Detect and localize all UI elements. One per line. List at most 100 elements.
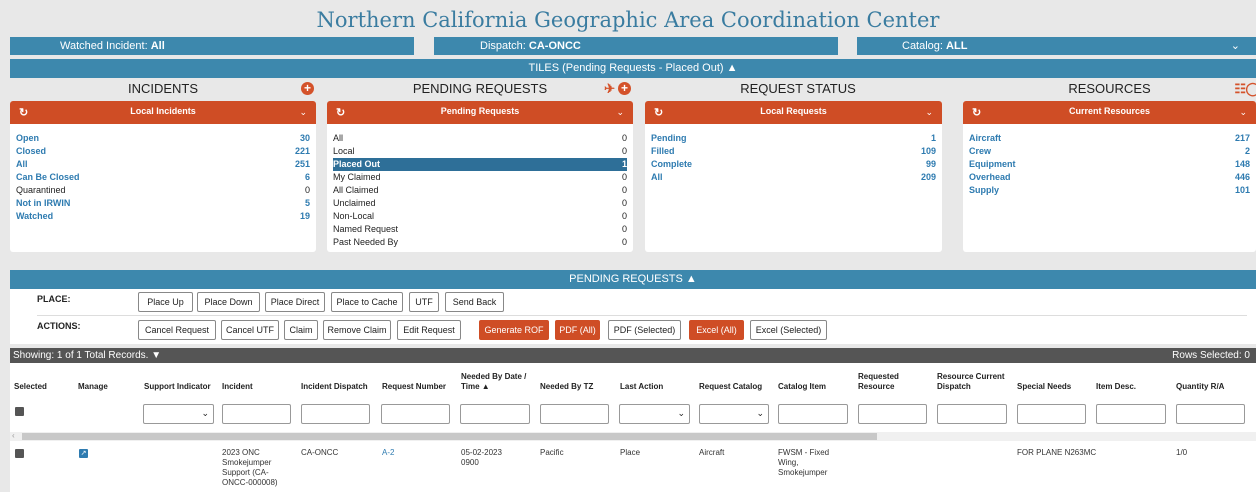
catalog-item-filter[interactable] — [778, 404, 848, 424]
excel-selected-button[interactable]: Excel (Selected) — [750, 320, 827, 340]
needed-by-tz-filter[interactable] — [540, 404, 609, 424]
list-item[interactable]: Quarantined 0 — [16, 184, 310, 197]
add-request-icon[interactable]: + — [618, 82, 631, 95]
col-header-catalog-item[interactable]: Catalog Item — [778, 382, 826, 392]
list-item[interactable]: All 251 — [16, 158, 310, 171]
support-indicator-filter[interactable]: ⌄ — [143, 404, 214, 424]
request-catalog-filter[interactable]: ⌄ — [699, 404, 769, 424]
pdf-all-button[interactable]: PDF (All) — [555, 320, 600, 340]
refresh-icon[interactable]: ◯ — [1245, 80, 1256, 98]
cancel-request-button[interactable]: Cancel Request — [138, 320, 216, 340]
list-item[interactable]: Placed Out 1 — [333, 158, 627, 171]
place-direct-button[interactable]: Place Direct — [265, 292, 325, 312]
excel-all-button[interactable]: Excel (All) — [689, 320, 744, 340]
horizontal-scrollbar[interactable]: ‹ — [10, 431, 1256, 441]
col-header-requested-resource[interactable]: Requested Resource — [858, 372, 918, 392]
sort-up-icon[interactable]: ▲ — [482, 382, 490, 391]
remove-claim-button[interactable]: Remove Claim — [323, 320, 391, 340]
list-item[interactable]: Can Be Closed 6 — [16, 171, 310, 184]
col-header-needed-by-tz[interactable]: Needed By TZ — [540, 382, 593, 392]
watched-incident-filter[interactable]: Watched Incident: All — [10, 37, 414, 55]
col-header-incident-dispatch[interactable]: Incident Dispatch — [301, 382, 368, 392]
list-item[interactable]: Complete 99 — [651, 158, 936, 171]
status-panel-bar[interactable]: ↻ Local Requests ⌄ — [645, 101, 942, 124]
list-item[interactable]: All 209 — [651, 171, 936, 184]
list-item[interactable]: Not in IRWIN 5 — [16, 197, 310, 210]
catalog-filter[interactable]: Catalog: ALL ⌄ — [857, 37, 1256, 55]
list-item[interactable]: Named Request 0 — [333, 223, 627, 236]
hierarchy-icon[interactable]: ☷ — [1234, 80, 1246, 98]
pending-panel-bar[interactable]: ↻ Pending Requests ⌄ — [327, 101, 633, 124]
chevron-down-icon[interactable]: ⌄ — [299, 107, 307, 118]
list-item[interactable]: Open 30 — [16, 132, 310, 145]
list-item[interactable]: Crew 2 — [969, 145, 1250, 158]
list-item[interactable]: Supply 101 — [969, 184, 1250, 197]
pending-dropdown[interactable]: Pending Requests — [327, 106, 633, 116]
incident-dispatch-filter[interactable] — [301, 404, 370, 424]
col-header-needed-by[interactable]: Needed By Date / Time ▲ — [461, 372, 529, 392]
tiles-toggle-bar[interactable]: TILES (Pending Requests - Placed Out) ▲ — [10, 59, 1256, 78]
incident-filter[interactable] — [222, 404, 291, 424]
filter-icon[interactable]: ▼ — [151, 350, 161, 361]
list-item[interactable]: Non-Local 0 — [333, 210, 627, 223]
col-header-quantity[interactable]: Quantity R/A — [1176, 382, 1224, 392]
col-header-resource-current-dispatch[interactable]: Resource Current Dispatch — [937, 372, 1007, 392]
list-item[interactable]: All Claimed 0 — [333, 184, 627, 197]
col-header-request-catalog[interactable]: Request Catalog — [699, 382, 762, 392]
edit-request-button[interactable]: Edit Request — [397, 320, 461, 340]
scroll-left-icon[interactable]: ‹ — [12, 431, 15, 440]
cell-request-number[interactable]: A-2 — [382, 448, 394, 458]
place-down-button[interactable]: Place Down — [197, 292, 260, 312]
utf-button[interactable]: UTF — [409, 292, 439, 312]
list-item[interactable]: Filled 109 — [651, 145, 936, 158]
list-item[interactable]: Overhead 446 — [969, 171, 1250, 184]
last-action-filter[interactable]: ⌄ — [619, 404, 690, 424]
chevron-up-icon[interactable]: ▲ — [686, 273, 697, 285]
chevron-down-icon[interactable]: ⌄ — [925, 107, 933, 118]
list-item[interactable]: All 0 — [333, 132, 627, 145]
col-header-selected[interactable]: Selected — [14, 382, 47, 392]
list-item[interactable]: Unclaimed 0 — [333, 197, 627, 210]
generate-rof-button[interactable]: Generate ROF — [479, 320, 549, 340]
list-item[interactable]: Aircraft 217 — [969, 132, 1250, 145]
list-item[interactable]: Equipment 148 — [969, 158, 1250, 171]
chevron-down-icon[interactable]: ⌄ — [1231, 37, 1240, 55]
needed-by-filter[interactable] — [460, 404, 530, 424]
cancel-utf-button[interactable]: Cancel UTF — [221, 320, 279, 340]
col-header-item-desc[interactable]: Item Desc. — [1096, 382, 1136, 392]
scrollbar-thumb[interactable] — [22, 433, 877, 440]
select-all-checkbox[interactable] — [15, 407, 24, 416]
col-header-support-indicator[interactable]: Support Indicator — [144, 382, 211, 392]
dispatch-filter[interactable]: Dispatch: CA-ONCC — [434, 37, 838, 55]
airplane-icon[interactable]: ✈ — [604, 80, 615, 98]
col-header-request-number[interactable]: Request Number — [382, 382, 446, 392]
resources-panel-bar[interactable]: ↻ Current Resources ⌄ — [963, 101, 1256, 124]
quantity-filter[interactable] — [1176, 404, 1245, 424]
request-number-filter[interactable] — [381, 404, 450, 424]
pending-requests-toggle-bar[interactable]: PENDING REQUESTS ▲ — [10, 270, 1256, 289]
special-needs-filter[interactable] — [1017, 404, 1086, 424]
claim-button[interactable]: Claim — [284, 320, 318, 340]
col-header-last-action[interactable]: Last Action — [620, 382, 663, 392]
edit-icon[interactable]: ↗ — [79, 449, 88, 458]
list-item[interactable]: Closed 221 — [16, 145, 310, 158]
resource-current-dispatch-filter[interactable] — [937, 404, 1007, 424]
place-to-cache-button[interactable]: Place to Cache — [331, 292, 403, 312]
incidents-dropdown[interactable]: Local Incidents — [10, 106, 316, 116]
chevron-down-icon[interactable]: ⌄ — [616, 107, 624, 118]
requested-resource-filter[interactable] — [858, 404, 927, 424]
incidents-panel-bar[interactable]: ↻ Local Incidents ⌄ — [10, 101, 316, 124]
item-desc-filter[interactable] — [1096, 404, 1166, 424]
list-item[interactable]: Past Needed By 0 — [333, 236, 627, 249]
list-item[interactable]: My Claimed 0 — [333, 171, 627, 184]
col-header-special-needs[interactable]: Special Needs — [1017, 382, 1071, 392]
col-header-incident[interactable]: Incident — [222, 382, 253, 392]
status-dropdown[interactable]: Local Requests — [645, 106, 942, 116]
chevron-down-icon[interactable]: ⌄ — [1239, 107, 1247, 118]
row-select-checkbox[interactable] — [15, 449, 24, 458]
list-item[interactable]: Pending 1 — [651, 132, 936, 145]
resources-dropdown[interactable]: Current Resources — [963, 106, 1256, 116]
add-incident-icon[interactable]: + — [301, 82, 314, 95]
pdf-selected-button[interactable]: PDF (Selected) — [608, 320, 681, 340]
list-item[interactable]: Watched 19 — [16, 210, 310, 223]
